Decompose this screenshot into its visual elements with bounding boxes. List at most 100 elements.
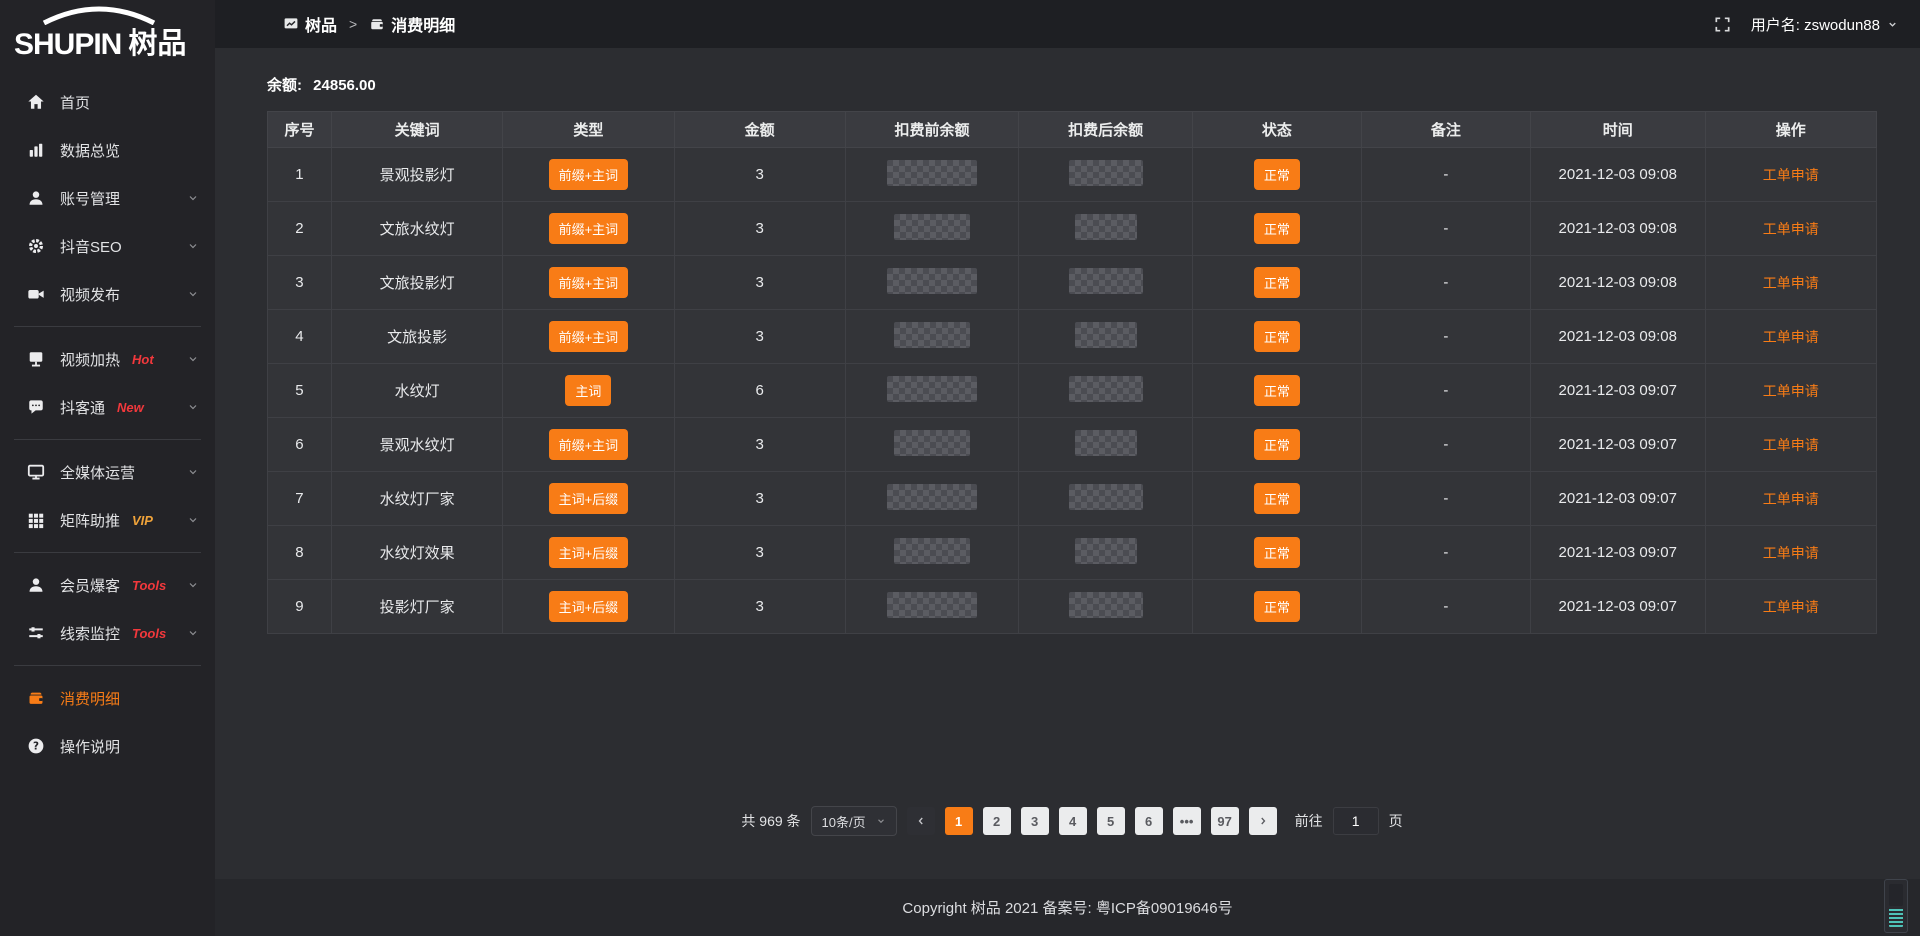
tools-badge: Tools: [132, 626, 166, 641]
col-header-keyword: 关键词: [331, 112, 502, 148]
goto-page-input[interactable]: [1333, 807, 1379, 835]
cell-no: 2: [268, 202, 332, 256]
cell-balance-before: [845, 526, 1019, 580]
page-button-3[interactable]: 3: [1021, 807, 1049, 835]
cell-amount: 3: [674, 148, 845, 202]
cell-keyword: 文旅投影: [331, 310, 502, 364]
cell-type: 前缀+主词: [503, 310, 674, 364]
table-row: 1 景观投影灯 前缀+主词 3 正常 - 2021-12-03 09:08 工单…: [268, 148, 1877, 202]
work-order-link[interactable]: 工单申请: [1763, 167, 1819, 183]
user-icon: [26, 188, 46, 208]
cell-type: 前缀+主词: [503, 148, 674, 202]
user-menu[interactable]: 用户名: zswodun88: [1751, 14, 1898, 35]
chevron-right-icon: [1258, 816, 1268, 826]
cell-keyword: 文旅水纹灯: [331, 202, 502, 256]
sidebar-item-account[interactable]: 账号管理: [0, 174, 215, 222]
cell-time: 2021-12-03 09:07: [1530, 526, 1705, 580]
more-pages-button[interactable]: •••: [1173, 807, 1201, 835]
col-header-remark: 备注: [1361, 112, 1530, 148]
sidebar-item-member-burst[interactable]: 会员爆客 Tools: [0, 561, 215, 609]
chat-bubble-icon: [26, 397, 46, 417]
cell-time: 2021-12-03 09:08: [1530, 202, 1705, 256]
sidebar-item-douyin-seo[interactable]: 抖音SEO: [0, 222, 215, 270]
page-button-4[interactable]: 4: [1059, 807, 1087, 835]
cell-action: 工单申请: [1705, 148, 1876, 202]
bar-chart-icon: [26, 140, 46, 160]
sidebar-item-home[interactable]: 首页: [0, 78, 215, 126]
sidebar-item-doukotong[interactable]: 抖客通 New: [0, 383, 215, 431]
page-button-2[interactable]: 2: [983, 807, 1011, 835]
prev-page-button[interactable]: [907, 807, 935, 835]
type-badge: 前缀+主词: [549, 159, 629, 190]
masked-value: [887, 160, 977, 186]
user-solid-icon: [26, 575, 46, 595]
status-badge: 正常: [1254, 159, 1300, 190]
monitor-icon: [26, 462, 46, 482]
status-badge: 正常: [1254, 213, 1300, 244]
page-button-6[interactable]: 6: [1135, 807, 1163, 835]
cell-balance-after: [1019, 148, 1193, 202]
sidebar-item-video-publish[interactable]: 视频发布: [0, 270, 215, 318]
sidebar-item-label: 会员爆客: [60, 575, 120, 596]
col-header-amount: 金额: [674, 112, 845, 148]
scroll-indicator[interactable]: [1884, 879, 1908, 933]
cell-amount: 3: [674, 580, 845, 634]
sidebar-item-label: 账号管理: [60, 188, 120, 209]
chevron-down-icon: [1887, 19, 1898, 30]
work-order-link[interactable]: 工单申请: [1763, 599, 1819, 615]
cell-no: 5: [268, 364, 332, 418]
next-page-button[interactable]: [1249, 807, 1277, 835]
cell-status: 正常: [1192, 202, 1361, 256]
cell-status: 正常: [1192, 580, 1361, 634]
masked-value: [1069, 592, 1143, 618]
consumption-table: 序号 关键词 类型 金额 扣费前余额 扣费后余额 状态 备注 时间 操作 1 景…: [267, 111, 1877, 634]
sidebar-item-consumption[interactable]: 消费明细: [0, 674, 215, 722]
cell-type: 前缀+主词: [503, 256, 674, 310]
cell-status: 正常: [1192, 418, 1361, 472]
type-badge: 主词+后缀: [549, 537, 629, 568]
goto-label: 前往: [1295, 811, 1323, 831]
cell-action: 工单申请: [1705, 418, 1876, 472]
page-button-1[interactable]: 1: [945, 807, 973, 835]
chevron-down-icon: [187, 240, 199, 252]
breadcrumb-label: 消费明细: [391, 12, 455, 36]
cell-balance-after: [1019, 202, 1193, 256]
breadcrumb-item-home[interactable]: 树品: [283, 12, 337, 36]
sidebar-item-media-ops[interactable]: 全媒体运营: [0, 448, 215, 496]
sidebar-item-matrix-boost[interactable]: 矩阵助推 VIP: [0, 496, 215, 544]
chevron-down-icon: [187, 401, 199, 413]
video-camera-icon: [26, 284, 46, 304]
work-order-link[interactable]: 工单申请: [1763, 275, 1819, 291]
work-order-link[interactable]: 工单申请: [1763, 437, 1819, 453]
work-order-link[interactable]: 工单申请: [1763, 383, 1819, 399]
cell-no: 8: [268, 526, 332, 580]
masked-value: [1075, 214, 1137, 240]
cell-status: 正常: [1192, 310, 1361, 364]
cell-no: 9: [268, 580, 332, 634]
fullscreen-icon[interactable]: [1714, 16, 1731, 33]
page-button-5[interactable]: 5: [1097, 807, 1125, 835]
table-row: 6 景观水纹灯 前缀+主词 3 正常 - 2021-12-03 09:07 工单…: [268, 418, 1877, 472]
masked-value: [894, 322, 970, 348]
work-order-link[interactable]: 工单申请: [1763, 545, 1819, 561]
page-button-97[interactable]: 97: [1211, 807, 1239, 835]
page-size-select[interactable]: 10条/页: [811, 806, 897, 836]
table-row: 9 投影灯厂家 主词+后缀 3 正常 - 2021-12-03 09:07 工单…: [268, 580, 1877, 634]
sidebar-item-instructions[interactable]: ? 操作说明: [0, 722, 215, 770]
sidebar-item-video-heat[interactable]: 视频加热 Hot: [0, 335, 215, 383]
type-badge: 前缀+主词: [549, 321, 629, 352]
type-badge: 前缀+主词: [549, 213, 629, 244]
work-order-link[interactable]: 工单申请: [1763, 221, 1819, 237]
cell-action: 工单申请: [1705, 580, 1876, 634]
masked-value: [1075, 538, 1137, 564]
cell-amount: 3: [674, 256, 845, 310]
work-order-link[interactable]: 工单申请: [1763, 491, 1819, 507]
topbar-right: 用户名: zswodun88: [1714, 14, 1898, 35]
breadcrumb-item-current: 消费明细: [369, 12, 455, 36]
cell-time: 2021-12-03 09:07: [1530, 364, 1705, 418]
sidebar-item-data-overview[interactable]: 数据总览: [0, 126, 215, 174]
work-order-link[interactable]: 工单申请: [1763, 329, 1819, 345]
sidebar-item-lead-monitor[interactable]: 线索监控 Tools: [0, 609, 215, 657]
col-header-type: 类型: [503, 112, 674, 148]
cell-amount: 3: [674, 202, 845, 256]
